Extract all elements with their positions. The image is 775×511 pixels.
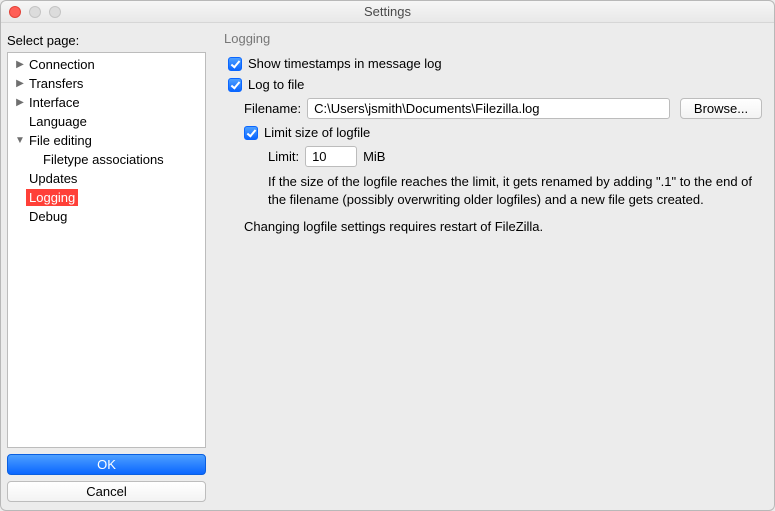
sidebar-item-interface[interactable]: ▶ Interface	[8, 93, 205, 112]
sidebar-item-label: Language	[26, 113, 90, 130]
minimize-icon[interactable]	[29, 6, 41, 18]
sidebar: Select page: ▶ Connection ▶ Transfers ▶ …	[1, 23, 212, 510]
sidebar-item-logging[interactable]: Logging	[8, 188, 205, 207]
sidebar-item-label: Updates	[26, 170, 80, 187]
sidebar-item-updates[interactable]: Updates	[8, 169, 205, 188]
sidebar-item-label: Connection	[26, 56, 98, 73]
log-to-file-checkbox[interactable]	[228, 78, 242, 92]
show-timestamps-checkbox[interactable]	[228, 57, 242, 71]
sidebar-item-debug[interactable]: Debug	[8, 207, 205, 226]
sidebar-item-filetype-associations[interactable]: Filetype associations	[8, 150, 205, 169]
page-title: Logging	[224, 31, 762, 46]
button-label: Cancel	[86, 484, 126, 499]
window-controls	[1, 6, 61, 18]
ok-button[interactable]: OK	[7, 454, 206, 475]
settings-window: Settings Select page: ▶ Connection ▶ Tra…	[0, 0, 775, 511]
filename-label: Filename:	[244, 101, 301, 116]
button-label: Browse...	[694, 101, 748, 116]
restart-info-text: Changing logfile settings requires resta…	[244, 218, 762, 236]
sidebar-item-language[interactable]: Language	[8, 112, 205, 131]
cancel-button[interactable]: Cancel	[7, 481, 206, 502]
page-tree: ▶ Connection ▶ Transfers ▶ Interface Lan…	[7, 52, 206, 448]
limit-info-text: If the size of the logfile reaches the l…	[268, 173, 762, 208]
chevron-right-icon: ▶	[14, 79, 26, 89]
sidebar-item-label: File editing	[26, 132, 95, 149]
chevron-right-icon: ▶	[14, 98, 26, 108]
sidebar-item-label: Logging	[26, 189, 78, 206]
sidebar-item-file-editing[interactable]: ▼ File editing	[8, 131, 205, 150]
limit-input[interactable]	[305, 146, 357, 167]
limit-size-label: Limit size of logfile	[264, 125, 370, 140]
limit-label: Limit:	[268, 149, 299, 164]
limit-size-checkbox[interactable]	[244, 126, 258, 140]
chevron-down-icon: ▼	[14, 136, 26, 146]
sidebar-item-label: Interface	[26, 94, 83, 111]
sidebar-item-transfers[interactable]: ▶ Transfers	[8, 74, 205, 93]
titlebar: Settings	[1, 1, 774, 23]
zoom-icon[interactable]	[49, 6, 61, 18]
select-page-label: Select page:	[7, 33, 206, 48]
chevron-right-icon: ▶	[14, 60, 26, 70]
sidebar-item-label: Transfers	[26, 75, 86, 92]
button-label: OK	[97, 457, 116, 472]
window-title: Settings	[1, 4, 774, 19]
sidebar-item-connection[interactable]: ▶ Connection	[8, 55, 205, 74]
limit-unit-label: MiB	[363, 149, 385, 164]
show-timestamps-label: Show timestamps in message log	[248, 56, 442, 71]
close-icon[interactable]	[9, 6, 21, 18]
sidebar-item-label: Debug	[26, 208, 70, 225]
browse-button[interactable]: Browse...	[680, 98, 762, 119]
settings-page-logging: Logging Show timestamps in message log L…	[212, 23, 774, 510]
sidebar-item-label: Filetype associations	[40, 151, 167, 168]
log-to-file-label: Log to file	[248, 77, 304, 92]
filename-input[interactable]	[307, 98, 670, 119]
